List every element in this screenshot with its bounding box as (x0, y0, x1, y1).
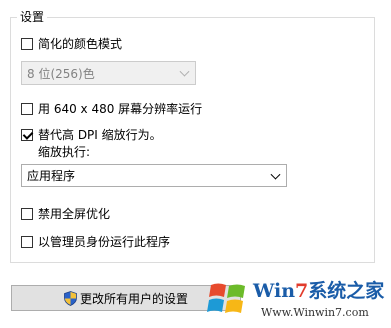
windows-flag-logo-icon (207, 283, 245, 313)
run-640x480-option[interactable]: 用 640 x 480 屏幕分辨率运行 (21, 100, 202, 118)
run-640x480-label[interactable]: 用 640 x 480 屏幕分辨率运行 (38, 101, 202, 117)
chevron-down-icon (270, 169, 281, 180)
site-watermark: Win7系统之家 Www.Winwin7.com (205, 274, 385, 326)
override-high-dpi-option[interactable]: 替代高 DPI 缩放行为。 (21, 126, 162, 144)
disable-fullscreen-optimization-checkbox[interactable] (21, 208, 33, 220)
scaling-performed-by-label: 缩放执行: (38, 145, 91, 159)
run-as-admin-label[interactable]: 以管理员身份运行此程序 (38, 234, 170, 250)
watermark-brand-prefix: Win (253, 280, 296, 302)
run-as-admin-option[interactable]: 以管理员身份运行此程序 (21, 233, 170, 251)
uac-shield-icon (64, 290, 77, 306)
watermark-brand-text: Win7系统之家 (253, 276, 384, 303)
settings-group-title: 设置 (17, 9, 48, 25)
watermark-brand-seven: 7 (295, 280, 309, 302)
color-depth-value: 8 位(256)色 (27, 66, 95, 81)
scaling-select[interactable]: 应用程序 (21, 164, 287, 187)
reduced-color-mode-label[interactable]: 简化的颜色模式 (38, 36, 122, 52)
watermark-url: Www.Winwin7.com (261, 306, 369, 319)
override-high-dpi-checkbox[interactable] (21, 129, 33, 141)
chevron-down-icon (179, 66, 190, 77)
reduced-color-mode-option[interactable]: 简化的颜色模式 (21, 35, 122, 53)
disable-fullscreen-optimization-label[interactable]: 禁用全屏优化 (38, 206, 110, 222)
reduced-color-mode-checkbox[interactable] (21, 38, 33, 50)
override-high-dpi-label[interactable]: 替代高 DPI 缩放行为。 (38, 127, 162, 143)
change-settings-for-all-users-label: 更改所有用户的设置 (79, 291, 188, 306)
scaling-select-value: 应用程序 (27, 169, 76, 183)
watermark-brand-suffix: 系统之家 (308, 280, 385, 302)
run-640x480-checkbox[interactable] (21, 103, 33, 115)
color-depth-select: 8 位(256)色 (21, 61, 196, 85)
run-as-admin-checkbox[interactable] (21, 236, 33, 248)
disable-fullscreen-optimization-option[interactable]: 禁用全屏优化 (21, 205, 110, 223)
